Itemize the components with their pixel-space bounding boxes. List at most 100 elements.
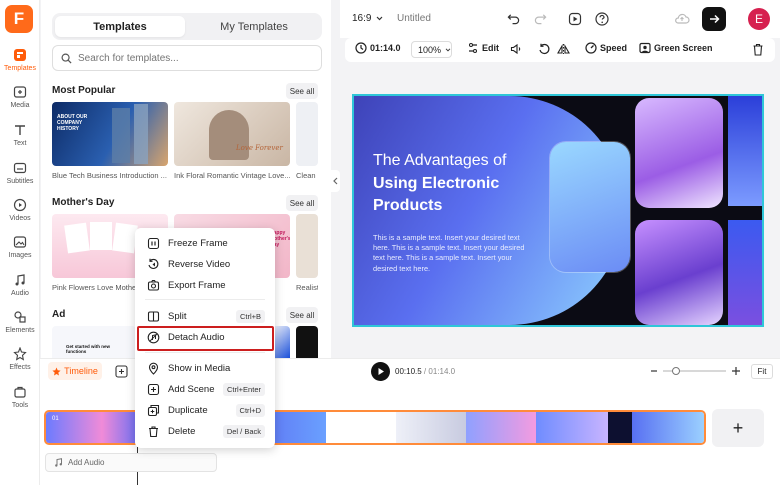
- rotate-icon[interactable]: [538, 43, 550, 55]
- elements-icon: [14, 311, 26, 323]
- rail-label: Images: [8, 252, 32, 259]
- audio-icon: [15, 274, 25, 286]
- tab-templates[interactable]: Templates: [55, 16, 185, 37]
- music-note-icon: [55, 458, 62, 467]
- play-button[interactable]: [371, 362, 390, 381]
- rail-item-audio[interactable]: Audio: [0, 273, 40, 309]
- freeze-frame-icon: [147, 237, 160, 249]
- menu-item-label: Show in Media: [168, 362, 231, 374]
- templates-icon: [14, 49, 26, 61]
- rail-item-videos[interactable]: Videos: [0, 198, 40, 234]
- template-thumb[interactable]: [296, 102, 318, 166]
- add-clip-button[interactable]: +: [712, 409, 764, 447]
- undo-icon[interactable]: [507, 12, 520, 25]
- rail-item-elements[interactable]: Elements: [0, 310, 40, 346]
- see-all-button[interactable]: See all: [286, 307, 318, 323]
- menu-item-split[interactable]: Split Ctrl+B: [135, 306, 275, 326]
- volume-icon[interactable]: [510, 43, 522, 55]
- zoom-out-icon[interactable]: [650, 367, 658, 375]
- building-shape: [112, 108, 130, 163]
- rail-label: Media: [10, 102, 30, 109]
- split-icon: [147, 310, 160, 322]
- rail-item-text[interactable]: Text: [0, 123, 40, 159]
- edit-button[interactable]: Edit: [467, 42, 499, 54]
- duration-button[interactable]: 01:14.0: [355, 42, 401, 54]
- chevron-down-icon: [377, 16, 383, 21]
- search-icon: [61, 53, 72, 64]
- zoom-value: 100%: [418, 44, 442, 55]
- template-thumb[interactable]: ABOUT OUR COMPANY HISTORY: [52, 102, 168, 166]
- preview-icon[interactable]: [568, 12, 582, 26]
- see-all-button[interactable]: See all: [286, 195, 318, 211]
- zoom-in-icon[interactable]: [731, 366, 741, 376]
- trash-icon[interactable]: [752, 43, 764, 56]
- template-thumb[interactable]: [296, 326, 318, 358]
- canvas-selection-frame: [352, 94, 764, 327]
- flip-icon[interactable]: [557, 43, 570, 55]
- rail-item-templates[interactable]: Templates: [0, 48, 40, 84]
- collapse-panel-handle[interactable]: [331, 170, 340, 192]
- fit-button[interactable]: Fit: [751, 364, 773, 379]
- clip-gap: [326, 412, 396, 443]
- rail-label: Text: [13, 140, 27, 147]
- rail-item-media[interactable]: Media: [0, 85, 40, 121]
- template-thumb[interactable]: [296, 214, 318, 278]
- duration-value: 01:14.0: [370, 43, 401, 53]
- duplicate-icon: [147, 404, 160, 416]
- menu-item-label: Freeze Frame: [168, 237, 228, 249]
- photo-card: [112, 222, 138, 254]
- menu-item-duplicate[interactable]: Duplicate Ctrl+D: [135, 400, 275, 420]
- app-logo[interactable]: F: [5, 5, 33, 33]
- add-audio-button[interactable]: Add Audio: [45, 453, 217, 472]
- menu-item-reverse-video[interactable]: Reverse Video: [135, 254, 275, 274]
- menu-item-freeze-frame[interactable]: Freeze Frame: [135, 233, 275, 253]
- photo-card: [90, 222, 112, 250]
- menu-item-export-frame[interactable]: Export Frame: [135, 275, 275, 295]
- green-screen-label: Green Screen: [654, 43, 713, 53]
- rail-label: Effects: [9, 364, 31, 371]
- help-icon[interactable]: [595, 12, 609, 26]
- edit-label: Edit: [482, 43, 499, 53]
- menu-item-show-in-media[interactable]: Show in Media: [135, 358, 275, 378]
- template-caption: Ink Floral Romantic Vintage Love...: [174, 171, 290, 180]
- menu-item-add-scene[interactable]: Add Scene Ctrl+Enter: [135, 379, 275, 399]
- redo-icon[interactable]: [534, 12, 547, 25]
- project-title[interactable]: Untitled: [397, 13, 431, 24]
- template-search[interactable]: [52, 45, 322, 71]
- rail-label: Videos: [9, 215, 31, 222]
- see-all-button[interactable]: See all: [286, 83, 318, 99]
- chevron-left-icon: [333, 177, 338, 185]
- template-thumb[interactable]: Get started with new functions: [52, 326, 136, 358]
- speed-icon: [585, 42, 597, 54]
- rail-item-tools[interactable]: Tools: [0, 385, 40, 421]
- zoom-slider-handle[interactable]: [671, 367, 680, 375]
- template-caption: Realist: [296, 283, 318, 292]
- effects-icon: [13, 347, 27, 361]
- current-time: 00:10.5: [395, 367, 422, 376]
- rail-item-effects[interactable]: Effects: [0, 347, 40, 383]
- export-button[interactable]: [702, 7, 726, 31]
- menu-divider: [145, 352, 265, 353]
- cloud-upload-icon[interactable]: [674, 12, 690, 25]
- speed-button[interactable]: Speed: [585, 42, 627, 54]
- section-title-most-popular: Most Popular: [52, 85, 116, 96]
- aspect-ratio-value: 16:9: [352, 13, 372, 24]
- building-shape: [134, 104, 148, 164]
- rail-label: Elements: [5, 327, 35, 334]
- shortcut-badge: Del / Back: [222, 424, 265, 438]
- search-input[interactable]: [78, 52, 308, 64]
- zoom-select[interactable]: 100%: [411, 41, 452, 58]
- shortcut-badge: Ctrl+Enter: [223, 382, 265, 396]
- avatar[interactable]: E: [748, 8, 770, 30]
- rail-item-subtitles[interactable]: Subtitles: [0, 161, 40, 197]
- aspect-ratio-select[interactable]: 16:9: [352, 13, 383, 24]
- add-track-icon[interactable]: [115, 365, 128, 378]
- rail-item-images[interactable]: Images: [0, 235, 40, 271]
- thumb-text: Love Forever: [236, 144, 283, 152]
- menu-item-delete[interactable]: Delete Del / Back: [135, 421, 275, 441]
- tab-my-templates[interactable]: My Templates: [189, 16, 319, 37]
- green-screen-button[interactable]: Green Screen: [639, 42, 713, 54]
- timeline-toggle[interactable]: Timeline: [48, 362, 102, 380]
- template-thumb[interactable]: Love Forever: [174, 102, 290, 166]
- media-icon: [13, 86, 27, 98]
